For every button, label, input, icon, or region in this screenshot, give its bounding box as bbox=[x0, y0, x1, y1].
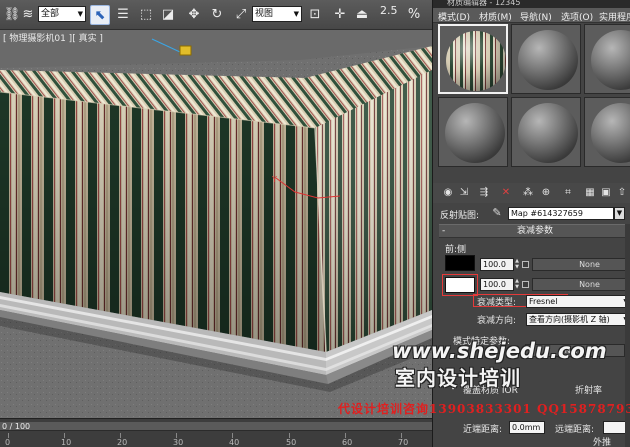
viewport-label[interactable]: [ 物理摄影机01 ][ 真实 ] bbox=[3, 31, 103, 44]
ior-label: 折射率 bbox=[575, 386, 603, 396]
eyedropper-icon[interactable]: ✎ bbox=[490, 206, 504, 220]
front-side-label: 前:侧 bbox=[445, 245, 467, 255]
gizmo-axis-label: Y bbox=[271, 175, 277, 184]
rollout-header[interactable]: - 衰减参数 bbox=[439, 225, 630, 238]
color2-map-button[interactable]: None bbox=[532, 278, 630, 291]
select-by-name-icon[interactable]: ☰ bbox=[113, 5, 133, 25]
sample-slot-5[interactable] bbox=[511, 97, 581, 167]
move-icon[interactable]: ✥ bbox=[184, 5, 204, 25]
color2-amount[interactable]: 100.0 bbox=[480, 278, 514, 291]
material-preview-sphere bbox=[518, 103, 578, 163]
watermark-contact: 代设计培训咨询13903833301 QQ15878793 bbox=[338, 402, 630, 416]
sample-slot-6[interactable] bbox=[584, 97, 630, 167]
percent-snap-icon[interactable]: % bbox=[404, 5, 424, 25]
material-editor-toolbar: ◉ ⇲ ⇶ ✕ ⁂ ⊕ ⌗ ▦ ▣ ⇧ bbox=[433, 183, 630, 203]
pivot-center-icon[interactable]: ⊡ bbox=[305, 5, 325, 25]
extrapolate-label: 外推 bbox=[593, 438, 612, 447]
frame-counter[interactable]: 0 / 100 bbox=[2, 422, 30, 431]
material-editor-title: 材质编辑器 - 12345 bbox=[447, 0, 521, 7]
rotate-icon[interactable]: ↻ bbox=[207, 5, 227, 25]
map-name-row: 反射贴图: ✎ Map #614327659 ▼ bbox=[433, 205, 630, 221]
color1-swatch[interactable] bbox=[445, 255, 475, 271]
color1-map-button[interactable]: None bbox=[532, 258, 630, 271]
show-map-icon[interactable]: ▦ bbox=[583, 186, 597, 200]
time-tick-label: 50 bbox=[286, 438, 297, 447]
get-material-icon[interactable]: ◉ bbox=[441, 186, 455, 200]
reflect-map-label: 反射贴图: bbox=[440, 211, 480, 221]
go-to-parent-icon[interactable]: ⇧ bbox=[615, 186, 629, 200]
falloff-type-label: 衰减类型: bbox=[477, 298, 517, 308]
time-ruler: 0 10 20 30 40 50 60 70 bbox=[0, 433, 432, 447]
color2-swatch[interactable] bbox=[445, 277, 475, 293]
sample-slot-1[interactable] bbox=[438, 24, 508, 94]
sample-slot-3[interactable] bbox=[584, 24, 630, 94]
spinner-arrows-icon[interactable]: ▲ ▼ bbox=[514, 278, 520, 291]
perspective-viewport[interactable]: Y [ 物理摄影机01 ][ 真实 ] bbox=[0, 30, 432, 418]
color1-amount[interactable]: 100.0 bbox=[480, 258, 514, 271]
watermark-url: www.shejedu.com bbox=[392, 339, 607, 363]
reference-coord-dropdown[interactable]: 视图 ▼ bbox=[252, 6, 302, 22]
show-end-result-icon[interactable]: ▣ bbox=[599, 186, 613, 200]
put-to-library-icon[interactable]: ⊕ bbox=[539, 186, 553, 200]
map-type-dropdown[interactable]: ▼ bbox=[614, 207, 625, 220]
material-preview-sphere bbox=[518, 30, 578, 90]
select-object-icon[interactable]: ⬉ bbox=[90, 5, 110, 25]
falloff-type-dropdown[interactable]: Fresnel▼ bbox=[526, 295, 630, 308]
snap-value[interactable]: 2.5 bbox=[380, 4, 398, 17]
menu-utilities[interactable]: 实用程序 bbox=[599, 10, 630, 23]
color1-map-toggle[interactable] bbox=[522, 261, 529, 268]
material-id-icon[interactable]: ⌗ bbox=[561, 186, 575, 200]
material-preview-sphere bbox=[591, 30, 630, 90]
rollout-title: 衰减参数 bbox=[516, 226, 553, 236]
select-manipulate-icon[interactable]: ✛ bbox=[330, 5, 350, 25]
time-slider[interactable]: 0 / 100 0 10 20 30 40 50 60 70 bbox=[0, 418, 432, 447]
near-distance-field[interactable]: 0.0mm bbox=[509, 421, 545, 434]
time-tick-label: 10 bbox=[61, 438, 72, 447]
time-tick-label: 0 bbox=[5, 438, 11, 447]
color2-map-toggle[interactable] bbox=[522, 281, 529, 288]
bind-spacewarp-icon[interactable]: ≋ bbox=[18, 5, 38, 25]
selection-filter-dropdown[interactable]: 全部 ▼ bbox=[38, 6, 86, 22]
menu-material[interactable]: 材质(M) bbox=[479, 10, 512, 23]
watermark-subtitle: 室内设计培训 bbox=[395, 366, 521, 390]
sample-slot-2[interactable] bbox=[511, 24, 581, 94]
chevron-down-icon: ▼ bbox=[77, 10, 83, 18]
far-distance-label: 远端距离: bbox=[555, 425, 595, 435]
material-sample-slots bbox=[438, 24, 630, 172]
time-tick-label: 40 bbox=[229, 438, 240, 447]
material-preview-sphere bbox=[446, 31, 506, 91]
put-to-scene-icon[interactable]: ⇲ bbox=[457, 186, 471, 200]
keyboard-shortcut-icon[interactable]: ⏏ bbox=[352, 5, 372, 25]
material-editor-menubar: 模式(D) 材质(M) 导航(N) 选项(O) 实用程序 bbox=[433, 8, 630, 23]
menu-mode[interactable]: 模式(D) bbox=[438, 10, 470, 23]
time-tick-label: 20 bbox=[117, 438, 128, 447]
scale-icon[interactable]: ⤢ bbox=[231, 5, 251, 25]
material-preview-sphere bbox=[445, 103, 505, 163]
falloff-direction-label: 衰减方向: bbox=[477, 316, 517, 326]
rect-selection-icon[interactable]: ⬚ bbox=[136, 5, 156, 25]
sample-slot-4[interactable] bbox=[438, 97, 508, 167]
menu-options[interactable]: 选项(O) bbox=[561, 10, 593, 23]
assign-material-icon[interactable]: ⇶ bbox=[477, 186, 491, 200]
time-tick-label: 70 bbox=[398, 438, 409, 447]
material-preview-sphere bbox=[591, 103, 630, 163]
time-tick-label: 60 bbox=[342, 438, 353, 447]
reset-map-icon[interactable]: ✕ bbox=[499, 186, 513, 200]
window-crossing-icon[interactable]: ◪ bbox=[158, 5, 178, 25]
menu-navigation[interactable]: 导航(N) bbox=[520, 10, 552, 23]
time-tick-label: 30 bbox=[173, 438, 184, 447]
near-distance-label: 近端距离: bbox=[463, 425, 503, 435]
time-slider-track[interactable] bbox=[0, 422, 432, 431]
map-name-field[interactable]: Map #614327659 bbox=[508, 207, 614, 220]
viewport-scene: Y bbox=[0, 30, 432, 418]
chevron-down-icon: ▼ bbox=[293, 10, 299, 18]
material-editor-titlebar: 材质编辑器 - 12345 bbox=[433, 0, 630, 8]
main-toolbar: ⛓ ≋ 全部 ▼ ⬉ ☰ ⬚ ◪ ✥ ↻ ⤢ 视图 ▼ ⊡ ✛ ⏏ 2.5 % bbox=[0, 0, 432, 30]
make-unique-icon[interactable]: ⁂ bbox=[521, 186, 535, 200]
spinner-arrows-icon[interactable]: ▲ ▼ bbox=[514, 258, 520, 271]
falloff-direction-dropdown[interactable]: 查看方向(摄影机 Z 轴)▼ bbox=[526, 313, 630, 326]
